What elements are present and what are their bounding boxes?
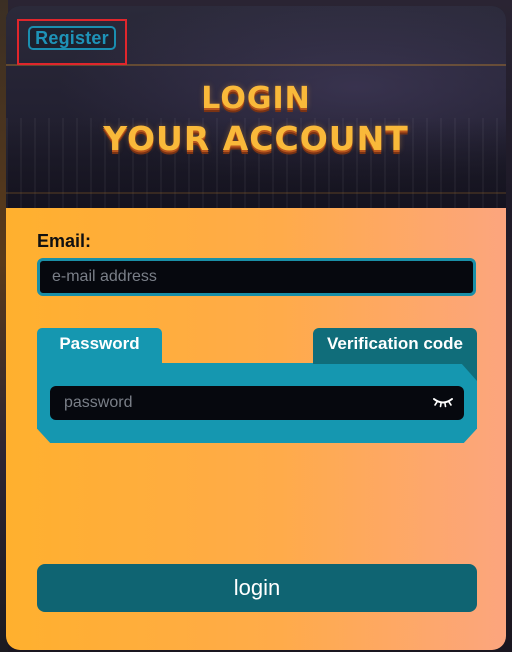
eye-closed-icon[interactable] xyxy=(432,394,454,410)
auth-method-tabs: Password Verification code xyxy=(37,328,477,444)
header-decor-line xyxy=(6,192,506,194)
card-header: Register LOGIN YOUR ACCOUNT xyxy=(6,6,506,208)
password-field[interactable] xyxy=(50,386,464,420)
page-title-line1: LOGIN xyxy=(201,81,311,116)
email-field[interactable] xyxy=(37,258,476,296)
email-label: Email: xyxy=(37,231,92,251)
register-button[interactable]: Register xyxy=(28,26,116,50)
page-title-line2: YOUR ACCOUNT xyxy=(103,119,409,158)
login-card: Register LOGIN YOUR ACCOUNT Email: Passw… xyxy=(6,6,506,650)
tab-password[interactable]: Password xyxy=(37,328,162,364)
login-button[interactable]: login xyxy=(37,564,477,612)
login-form: Email: Password Verification code login xyxy=(6,208,506,650)
tab-verification-code[interactable]: Verification code xyxy=(313,328,477,364)
